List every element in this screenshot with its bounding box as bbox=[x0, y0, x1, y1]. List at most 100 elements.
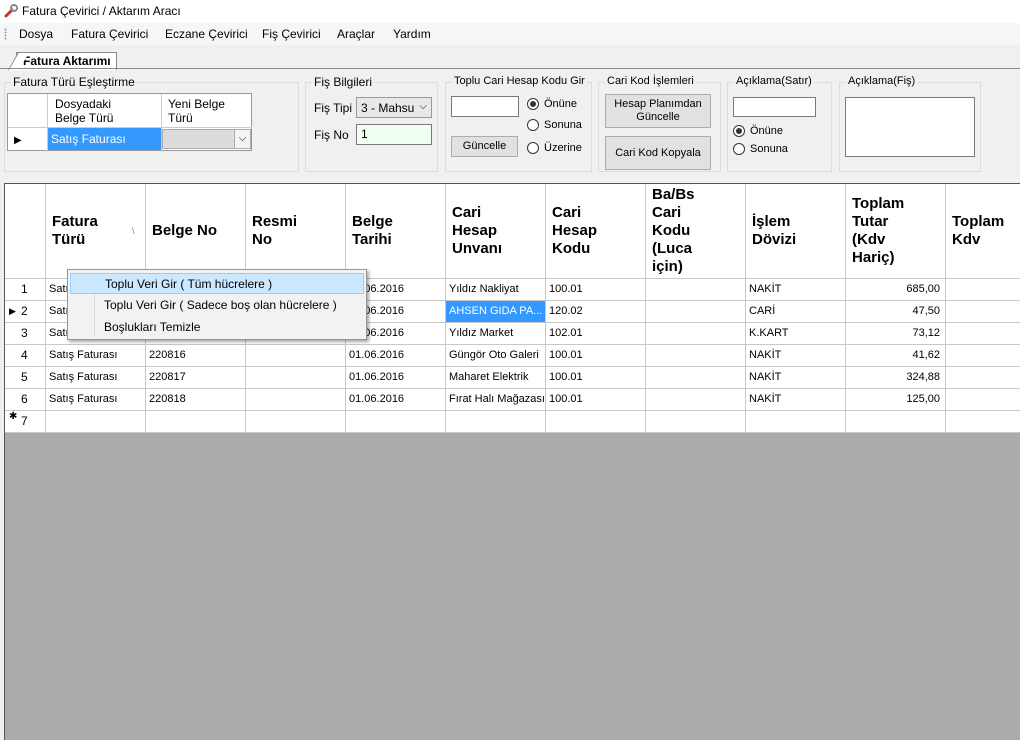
col-header-cari-hesap-unvani[interactable]: Cari Hesap Unvanı bbox=[446, 184, 546, 279]
grid-cell[interactable]: 100.01 bbox=[546, 279, 646, 301]
grid-cell[interactable]: K.KART bbox=[746, 323, 846, 345]
grid-cell[interactable]: Maharet Elektrik bbox=[446, 367, 546, 389]
toplu-radio-uzerine[interactable]: Üzerine bbox=[527, 142, 582, 154]
grid-cell[interactable]: 01.06.2016 bbox=[346, 367, 446, 389]
grid-cell[interactable]: 220817 bbox=[146, 367, 246, 389]
grid-cell[interactable]: 01.06.2016 bbox=[346, 345, 446, 367]
table-row[interactable]: 4 Satış Faturası 220816 01.06.2016 Güngör Ot… bbox=[5, 345, 1020, 367]
grid-cell[interactable]: 3 bbox=[946, 345, 1020, 367]
col-header-babs-cari-kodu[interactable]: Ba/Bs Cari Kodu (Luca için) bbox=[646, 184, 746, 279]
col-header-resmi-no[interactable]: Resmi No bbox=[246, 184, 346, 279]
col-header-belge-no[interactable]: Belge No bbox=[146, 184, 246, 279]
grid-cell[interactable]: 120.02 bbox=[546, 301, 646, 323]
grid-cell[interactable] bbox=[646, 367, 746, 389]
grid-cell[interactable]: 01.06.2016 bbox=[346, 389, 446, 411]
grid-cell[interactable]: 2 bbox=[946, 323, 1020, 345]
toplu-guncelle-button[interactable]: Güncelle bbox=[451, 136, 518, 157]
grid-cell[interactable]: 100.01 bbox=[546, 367, 646, 389]
mapping-target-combo[interactable]: ⌵ bbox=[162, 129, 251, 149]
grid-cell[interactable]: CARİ bbox=[746, 301, 846, 323]
grid-cell[interactable]: 125,00 bbox=[846, 389, 946, 411]
col-header-fatura-turu[interactable]: Fatura Türü \ bbox=[46, 184, 146, 279]
cari-kod-kopyala-button[interactable]: Cari Kod Kopyala bbox=[605, 136, 711, 170]
menu-eczane-cevirici[interactable]: Eczane Çevirici bbox=[164, 27, 249, 41]
grid-cell[interactable] bbox=[546, 411, 646, 433]
grid-cell[interactable]: NAKİT bbox=[746, 345, 846, 367]
toplu-radio-sonuna[interactable]: Sonuna bbox=[527, 119, 582, 131]
col-header-toplam-tutar[interactable]: Toplam Tutar (Kdv Hariç) bbox=[846, 184, 946, 279]
grid-cell[interactable] bbox=[246, 411, 346, 433]
grid-cell[interactable]: NAKİT bbox=[746, 389, 846, 411]
hesap-plani-guncelle-button[interactable]: Hesap Planımdan Güncelle bbox=[605, 94, 711, 128]
grid-cell[interactable]: Satış Faturası bbox=[46, 389, 146, 411]
grid-cell[interactable]: 26 bbox=[946, 367, 1020, 389]
grid-cell[interactable]: 102.01 bbox=[546, 323, 646, 345]
grid-cell[interactable] bbox=[646, 279, 746, 301]
grid-cell[interactable]: 685,00 bbox=[846, 279, 946, 301]
grid-cell[interactable] bbox=[446, 411, 546, 433]
aciklama-fis-textarea[interactable] bbox=[845, 97, 975, 157]
grid-cell[interactable] bbox=[746, 411, 846, 433]
fis-no-input[interactable]: 1 bbox=[356, 124, 432, 145]
grid-cell[interactable]: Yıldız Market bbox=[446, 323, 546, 345]
row-header[interactable]: 5 bbox=[5, 367, 46, 389]
grid-cell[interactable]: 220816 bbox=[146, 345, 246, 367]
grid-cell[interactable] bbox=[846, 411, 946, 433]
grid-cell[interactable]: 324,88 bbox=[846, 367, 946, 389]
row-header[interactable]: 4 bbox=[5, 345, 46, 367]
table-row[interactable]: 5 Satış Faturası 220817 01.06.2016 Maharet E… bbox=[5, 367, 1020, 389]
ctx-bosluklari-temizle[interactable]: Boşlukları Temizle bbox=[70, 317, 364, 338]
grid-cell[interactable]: NAKİT bbox=[746, 367, 846, 389]
grid-cell[interactable]: 220818 bbox=[146, 389, 246, 411]
grid-cell[interactable] bbox=[146, 411, 246, 433]
chevron-down-icon[interactable]: ⌵ bbox=[234, 130, 250, 148]
grid-cell[interactable]: NAKİT bbox=[746, 279, 846, 301]
ctx-toplu-veri-tum[interactable]: Toplu Veri Gir ( Tüm hücrelere ) bbox=[70, 273, 364, 294]
mapping-source-value[interactable]: Satış Faturası bbox=[48, 128, 161, 150]
aciklama-radio-sonuna[interactable]: Sonuna bbox=[733, 143, 788, 155]
grid-cell[interactable] bbox=[646, 323, 746, 345]
grid-cell[interactable] bbox=[246, 367, 346, 389]
grid-cell[interactable]: 2 bbox=[946, 301, 1020, 323]
menu-araclar[interactable]: Araçlar bbox=[336, 27, 376, 41]
grid-cell[interactable]: Güngör Oto Galeri bbox=[446, 345, 546, 367]
grid-cell[interactable]: 0 bbox=[946, 389, 1020, 411]
menu-dosya[interactable]: Dosya bbox=[18, 27, 54, 41]
col-header-belge-tarihi[interactable]: Belge Tarihi bbox=[346, 184, 446, 279]
grid-cell[interactable] bbox=[346, 411, 446, 433]
grid-cell[interactable] bbox=[646, 345, 746, 367]
toplu-radio-onune[interactable]: Önüne bbox=[527, 98, 577, 110]
menu-yardim[interactable]: Yardım bbox=[392, 27, 432, 41]
grid-cell[interactable]: 41,62 bbox=[846, 345, 946, 367]
grid-cell[interactable]: 0 bbox=[946, 279, 1020, 301]
col-header-islem-dovizi[interactable]: İşlem Dövizi bbox=[746, 184, 846, 279]
grid-cell[interactable]: AHSEN GIDA PA... bbox=[446, 301, 546, 323]
table-row[interactable]: 6 Satış Faturası 220818 01.06.2016 Fırat Hal… bbox=[5, 389, 1020, 411]
grid-cell[interactable] bbox=[246, 345, 346, 367]
aciklama-satir-input[interactable] bbox=[733, 97, 816, 117]
col-header-toplam-kdv[interactable]: Toplam Kdv bbox=[946, 184, 1020, 279]
row-header[interactable]: 6 bbox=[5, 389, 46, 411]
row-header[interactable]: 1 bbox=[5, 279, 46, 301]
grid-cell[interactable]: Satış Faturası bbox=[46, 345, 146, 367]
menu-fatura-cevirici[interactable]: Fatura Çevirici bbox=[70, 27, 149, 41]
ctx-toplu-veri-bos[interactable]: Toplu Veri Gir ( Sadece boş olan hücrele… bbox=[70, 295, 364, 316]
grid-new-row[interactable]: 7 ✱ bbox=[5, 411, 1020, 433]
grid-cell[interactable]: 100.01 bbox=[546, 345, 646, 367]
toplu-cari-input[interactable] bbox=[451, 96, 519, 117]
grid-cell[interactable] bbox=[646, 411, 746, 433]
grid-cell[interactable]: 73,12 bbox=[846, 323, 946, 345]
grid-cell[interactable]: 100.01 bbox=[546, 389, 646, 411]
grid-cell[interactable] bbox=[946, 411, 1020, 433]
grid-cell[interactable] bbox=[46, 411, 146, 433]
grid-cell[interactable] bbox=[646, 301, 746, 323]
aciklama-radio-onune[interactable]: Önüne bbox=[733, 125, 783, 137]
grid-cell[interactable]: Satış Faturası bbox=[46, 367, 146, 389]
menu-fis-cevirici[interactable]: Fiş Çevirici bbox=[261, 27, 322, 41]
grid-cell[interactable]: 47,50 bbox=[846, 301, 946, 323]
grid-cell[interactable]: Yıldız Nakliyat bbox=[446, 279, 546, 301]
col-header-cari-hesap-kodu[interactable]: Cari Hesap Kodu bbox=[546, 184, 646, 279]
grid-cell[interactable] bbox=[646, 389, 746, 411]
grid-cell[interactable]: Fırat Halı Mağazası bbox=[446, 389, 546, 411]
fis-tipi-select[interactable]: 3 - Mahsu ⌵ bbox=[356, 97, 432, 118]
